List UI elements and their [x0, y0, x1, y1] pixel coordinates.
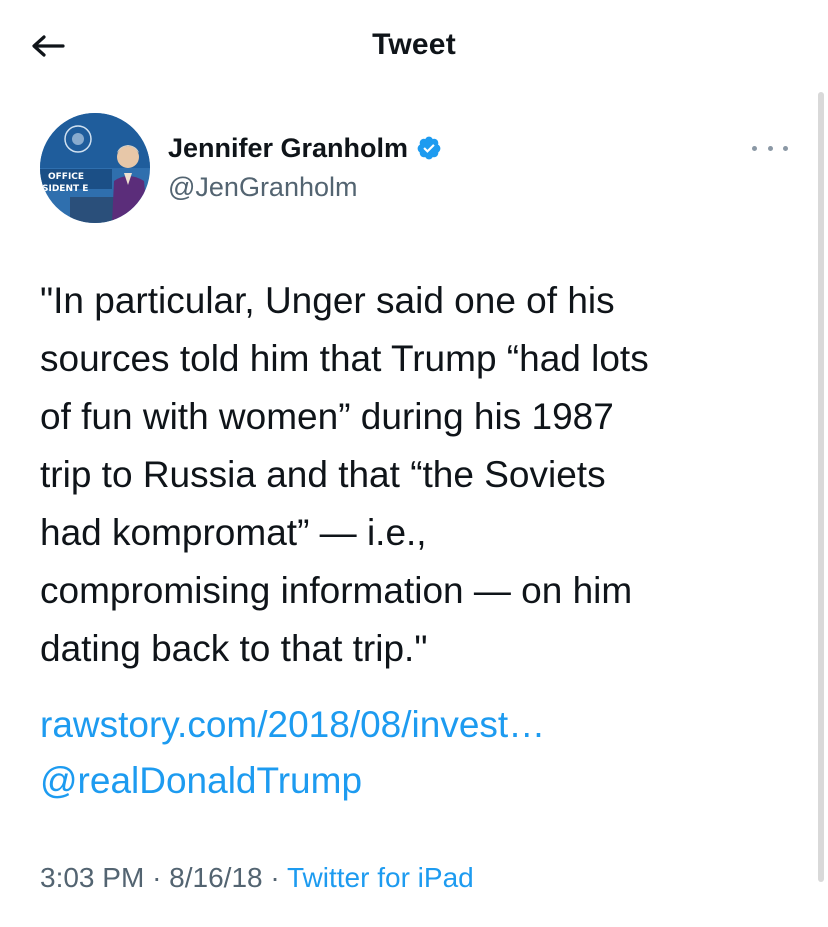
tweet-line: sources told him that Trump “had lots: [40, 338, 649, 379]
author-block: Jennifer Granholm @JenGranholm: [168, 128, 442, 203]
meta-separator: ·: [270, 862, 280, 893]
page-title: Tweet: [372, 28, 456, 61]
more-dot-icon: [767, 145, 773, 151]
tweet-line: dating back to that trip.": [40, 628, 428, 669]
tweet-metadata: 3:03 PM · 8/16/18 · Twitter for iPad: [40, 862, 474, 894]
verified-badge-icon: [417, 136, 441, 160]
mention-link[interactable]: @realDonaldTrump: [40, 756, 362, 806]
tweet-line: compromising information — on him: [40, 570, 633, 611]
tweet-text: "In particular, Unger said one of his so…: [40, 272, 800, 678]
avatar[interactable]: OFFICE SIDENT E: [40, 113, 150, 223]
scrollbar[interactable]: [818, 92, 824, 882]
top-bar: Tweet: [0, 0, 828, 92]
tweet-line: "In particular, Unger said one of his: [40, 280, 615, 321]
tweet-line: of fun with women” during his 1987: [40, 396, 614, 437]
tweet-date: 8/16/18: [169, 862, 263, 893]
meta-separator: ·: [152, 862, 162, 893]
article-link[interactable]: rawstory.com/2018/08/invest…: [40, 700, 545, 750]
tweet-time: 3:03 PM: [40, 862, 145, 893]
more-dot-icon: [752, 145, 757, 151]
tweet-source-link[interactable]: Twitter for iPad: [287, 862, 474, 893]
avatar-text-1: OFFICE: [48, 172, 84, 182]
author-name[interactable]: Jennifer Granholm: [168, 133, 408, 164]
tweet-line: had kompromat” — i.e.,: [40, 512, 427, 553]
author-handle[interactable]: @JenGranholm: [168, 172, 442, 203]
avatar-text-2: SIDENT E: [42, 184, 88, 194]
tweet-line: trip to Russia and that “the Soviets: [40, 454, 606, 495]
more-options-button[interactable]: [752, 136, 788, 160]
more-dot-icon: [783, 145, 788, 151]
